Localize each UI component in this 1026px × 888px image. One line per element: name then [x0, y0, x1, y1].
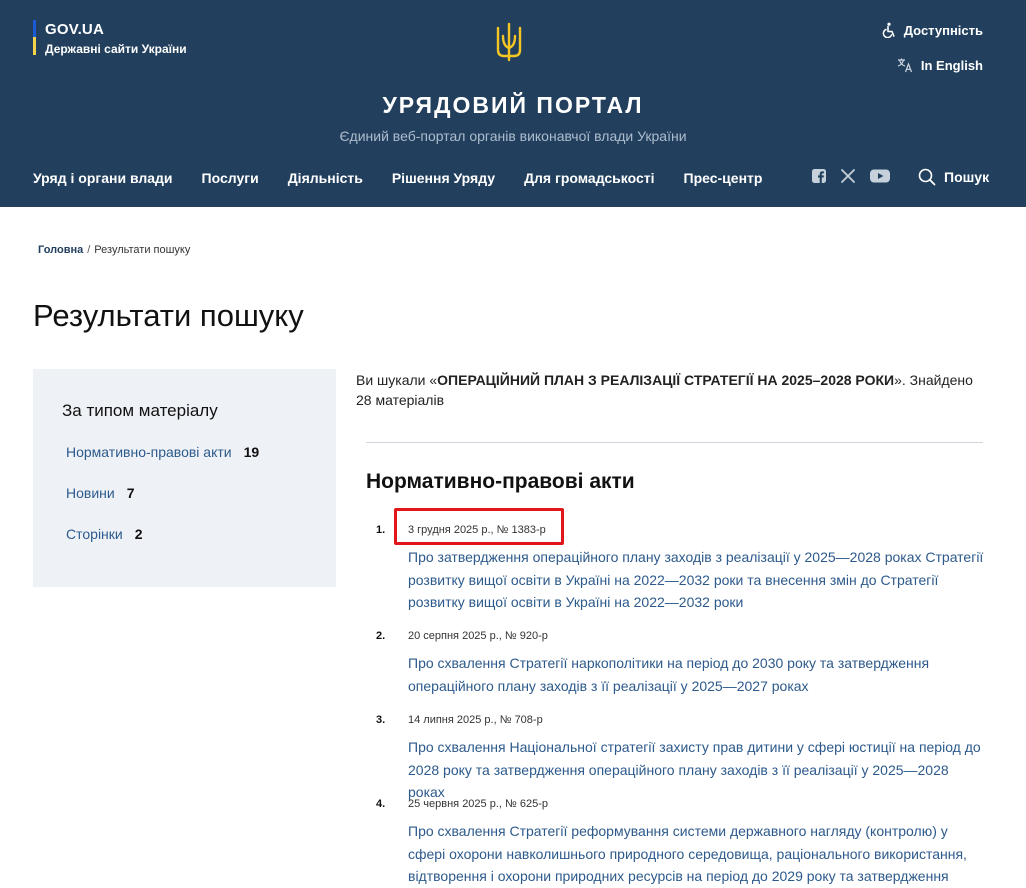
section-title: Нормативно-правові акти: [366, 470, 635, 493]
breadcrumb-current: Результати пошуку: [94, 244, 191, 256]
filter-label: Новини: [66, 485, 115, 501]
result-number: 3.: [376, 714, 386, 726]
filter-panel: За типом матеріалу Нормативно-правові ак…: [33, 369, 336, 587]
result-link[interactable]: Про схвалення Стратегії реформування сис…: [408, 820, 986, 888]
result-meta: 25 червня 2025 р., № 625-р: [408, 798, 548, 810]
youtube-icon[interactable]: [869, 168, 891, 184]
query-term: ОПЕРАЦІЙНИЙ ПЛАН З РЕАЛІЗАЦІЇ СТРАТЕГІЇ …: [437, 372, 895, 388]
breadcrumb-separator: /: [87, 244, 91, 256]
nav-item-press[interactable]: Прес-центр: [684, 170, 763, 186]
nav-item-activity[interactable]: Діяльність: [288, 170, 363, 186]
x-twitter-icon[interactable]: [840, 168, 856, 184]
filter-label: Нормативно-правові акти: [66, 444, 232, 460]
translate-icon: [897, 58, 912, 73]
nav-item-decisions[interactable]: Рішення Уряду: [392, 170, 495, 186]
result-link[interactable]: Про схвалення Стратегії наркополітики на…: [408, 652, 986, 697]
page-title: Результати пошуку: [33, 298, 304, 333]
filter-item-legal-acts[interactable]: Нормативно-правові акти 19: [66, 444, 259, 460]
filter-count: 7: [126, 485, 135, 501]
govua-link[interactable]: GOV.UA Державні сайти України: [33, 20, 187, 56]
main-nav: Уряд і органи влади Послуги Діяльність Р…: [33, 170, 791, 186]
portal-subtitle: Єдиний веб-портал органів виконавчої вла…: [339, 128, 687, 144]
highlight-box: [394, 508, 564, 545]
result-link[interactable]: Про затвердження операційного плану захо…: [408, 546, 986, 614]
result-meta: 20 серпня 2025 р., № 920-р: [408, 630, 548, 642]
search-summary: Ви шукали «ОПЕРАЦІЙНИЙ ПЛАН З РЕАЛІЗАЦІЇ…: [356, 370, 986, 410]
breadcrumb-home[interactable]: Головна: [38, 244, 83, 256]
trident-icon[interactable]: [495, 22, 523, 62]
govua-title: GOV.UA: [45, 21, 104, 38]
flag-bar: [33, 20, 36, 55]
result-number: 4.: [376, 798, 386, 810]
result-meta: 14 липня 2025 р., № 708-р: [408, 714, 543, 726]
filter-item-news[interactable]: Новини 7: [66, 485, 135, 501]
breadcrumb: Головна / Результати пошуку: [38, 244, 190, 256]
facebook-icon[interactable]: [811, 168, 827, 184]
accessibility-label: Доступність: [903, 22, 983, 38]
filter-count: 19: [243, 444, 260, 460]
language-switch[interactable]: In English: [897, 57, 983, 73]
site-header: GOV.UA Державні сайти України Доступніст…: [0, 0, 1026, 207]
search-icon: [918, 168, 936, 186]
filter-heading: За типом матеріалу: [62, 401, 218, 420]
result-number: 1.: [376, 524, 386, 536]
filter-count: 2: [134, 526, 143, 542]
accessibility-button[interactable]: Доступність: [881, 22, 983, 38]
nav-item-public[interactable]: Для громадськості: [524, 170, 654, 186]
accessibility-icon: [882, 22, 895, 38]
govua-subtitle: Державні сайти України: [45, 42, 187, 56]
social-links: [811, 168, 891, 184]
filter-label: Сторінки: [66, 526, 123, 542]
filter-item-pages[interactable]: Сторінки 2: [66, 526, 143, 542]
nav-item-government[interactable]: Уряд і органи влади: [33, 170, 173, 186]
result-number: 2.: [376, 630, 386, 642]
search-button[interactable]: Пошук: [918, 168, 989, 186]
result-link[interactable]: Про схвалення Національної стратегії зах…: [408, 736, 986, 804]
divider: [366, 442, 983, 443]
search-label: Пошук: [944, 169, 990, 185]
portal-title[interactable]: УРЯДОВИЙ ПОРТАЛ: [0, 92, 1026, 119]
query-prefix: Ви шукали «: [356, 372, 438, 388]
nav-item-services[interactable]: Послуги: [202, 170, 259, 186]
language-label: In English: [920, 57, 983, 73]
